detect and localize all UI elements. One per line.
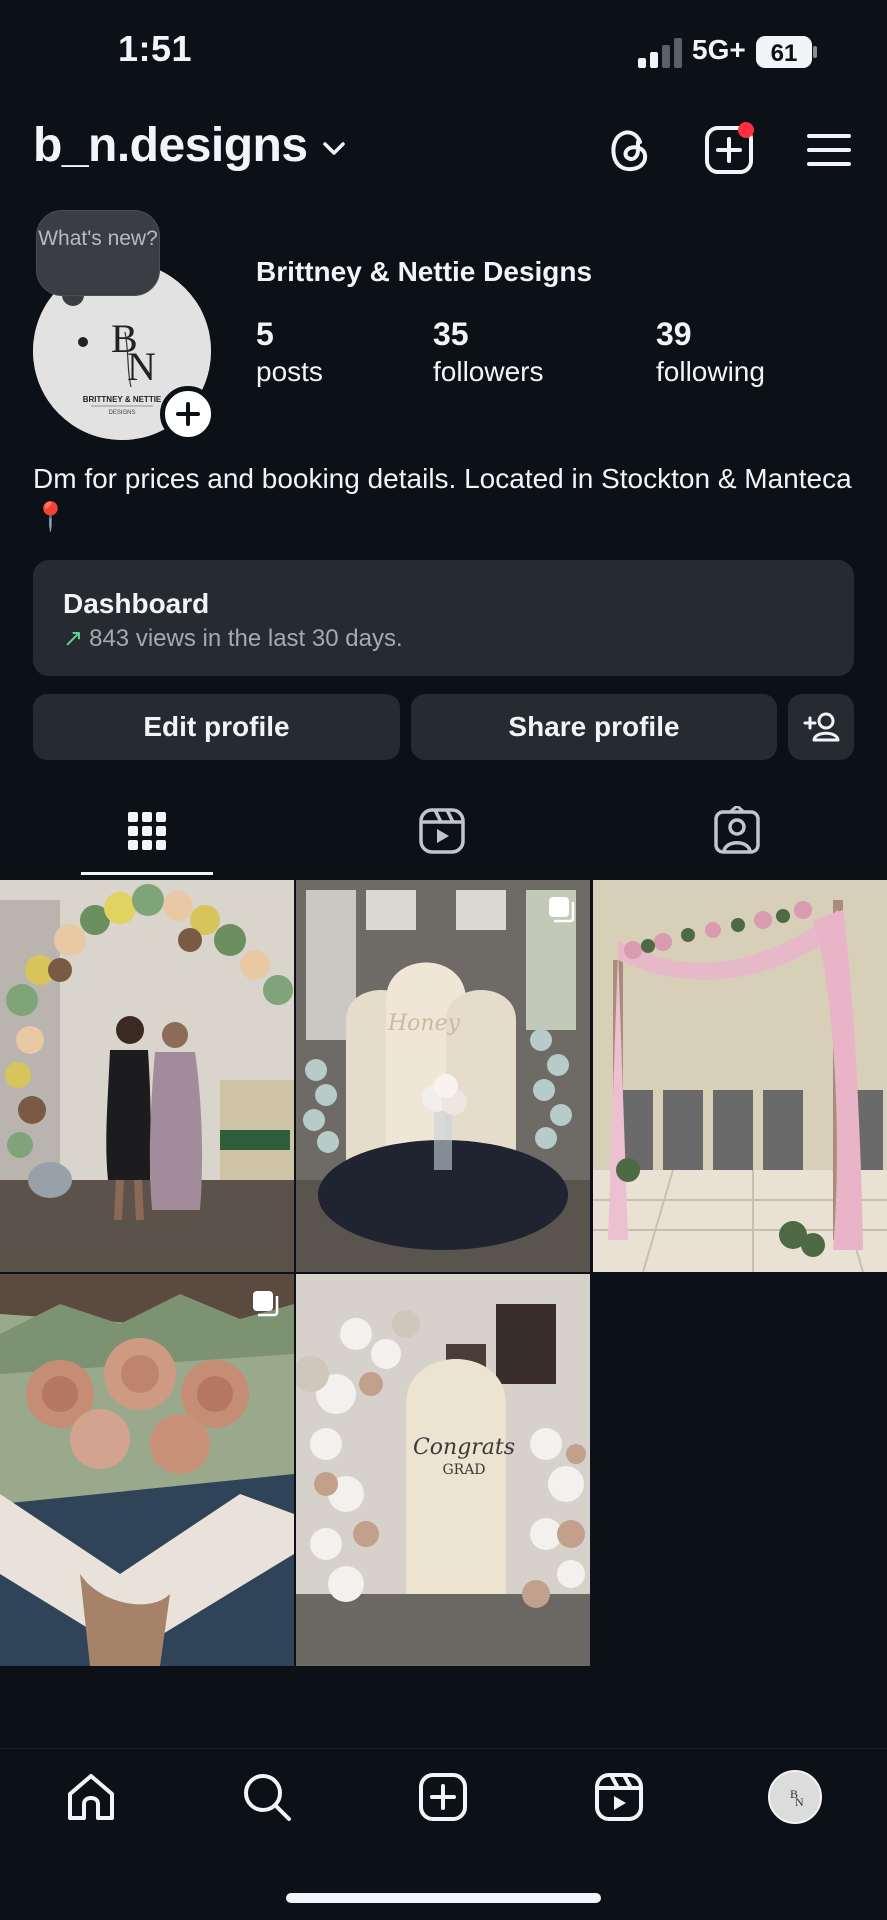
edit-profile-button[interactable]: Edit profile [33, 694, 400, 760]
followers-label[interactable]: followers [433, 356, 543, 388]
professional-dashboard[interactable]: Dashboard ↗ 843 views in the last 30 days… [33, 560, 854, 676]
brand-logo-small: B N [790, 1787, 804, 1809]
trend-up-icon: ↗ [63, 625, 84, 652]
post-image-honey-table: Honey [296, 880, 590, 1272]
dashboard-views: ↗ 843 views in the last 30 days. [63, 624, 403, 653]
followers-count[interactable]: 35 [433, 316, 469, 353]
notification-dot [738, 122, 754, 138]
post-image-balloon-party [0, 880, 294, 1272]
create-icon[interactable] [416, 1770, 470, 1824]
tagged-icon[interactable] [712, 806, 762, 856]
home-indicator [286, 1893, 601, 1903]
search-icon[interactable] [240, 1770, 294, 1824]
dashboard-subtitle: 843 views in the last 30 days. [89, 625, 403, 652]
profile-bio: Dm for prices and booking details. Locat… [33, 463, 852, 532]
username-title[interactable]: b_n.designs [33, 118, 308, 173]
menu-icon[interactable] [803, 124, 855, 176]
discover-people-button[interactable] [788, 694, 854, 760]
svg-text:N: N [127, 344, 156, 389]
reels-tab-icon[interactable] [417, 806, 467, 856]
battery-percent: 61 [771, 40, 798, 67]
post-thumbnail-2[interactable]: Honey [296, 880, 590, 1272]
dashboard-title: Dashboard [63, 588, 210, 619]
following-count[interactable]: 39 [656, 316, 692, 353]
post-image-grad-backdrop: Congrats GRAD [296, 1274, 590, 1666]
plus-icon [176, 402, 200, 426]
carousel-icon [549, 897, 575, 923]
display-name: Brittney & Nettie Designs [256, 256, 593, 287]
reels-icon[interactable] [592, 1770, 646, 1824]
chevron-down-icon[interactable] [320, 138, 348, 160]
post-thumbnail-4[interactable] [0, 1274, 294, 1666]
home-icon[interactable] [64, 1770, 118, 1824]
status-time: 1:51 [118, 28, 193, 69]
share-profile-button[interactable]: Share profile [411, 694, 777, 760]
congrats-text: Congrats [413, 1435, 515, 1460]
svg-text:DESIGNS: DESIGNS [108, 410, 135, 416]
profile-avatar-tab[interactable]: B N [768, 1770, 822, 1824]
following-label[interactable]: following [656, 356, 765, 388]
post-thumbnail-1[interactable] [0, 880, 294, 1272]
network-label: 5G+ [692, 34, 746, 65]
threads-icon[interactable] [604, 124, 656, 176]
battery-icon: 61 [756, 36, 817, 68]
active-tab-indicator [81, 872, 213, 875]
svg-text:N: N [795, 1795, 804, 1809]
post-thumbnail-5[interactable]: Congrats GRAD [296, 1274, 590, 1666]
post-image-pink-arch [593, 880, 887, 1272]
add-person-icon [803, 712, 840, 742]
grad-text: GRAD [442, 1462, 485, 1478]
grid-icon[interactable] [122, 806, 172, 856]
add-story-button[interactable] [160, 386, 216, 442]
carousel-icon [253, 1291, 279, 1317]
signal-icon [638, 38, 682, 68]
posts-count[interactable]: 5 [256, 316, 274, 353]
svg-text:BRITTNEY & NETTIE: BRITTNEY & NETTIE [83, 395, 162, 404]
post-thumbnail-3[interactable] [593, 880, 887, 1272]
post-image-money-bouquet [0, 1274, 294, 1666]
whats-new-bubble[interactable]: What's new? [36, 210, 160, 296]
posts-label[interactable]: posts [256, 356, 323, 388]
honey-sign-text: Honey [387, 1011, 461, 1036]
